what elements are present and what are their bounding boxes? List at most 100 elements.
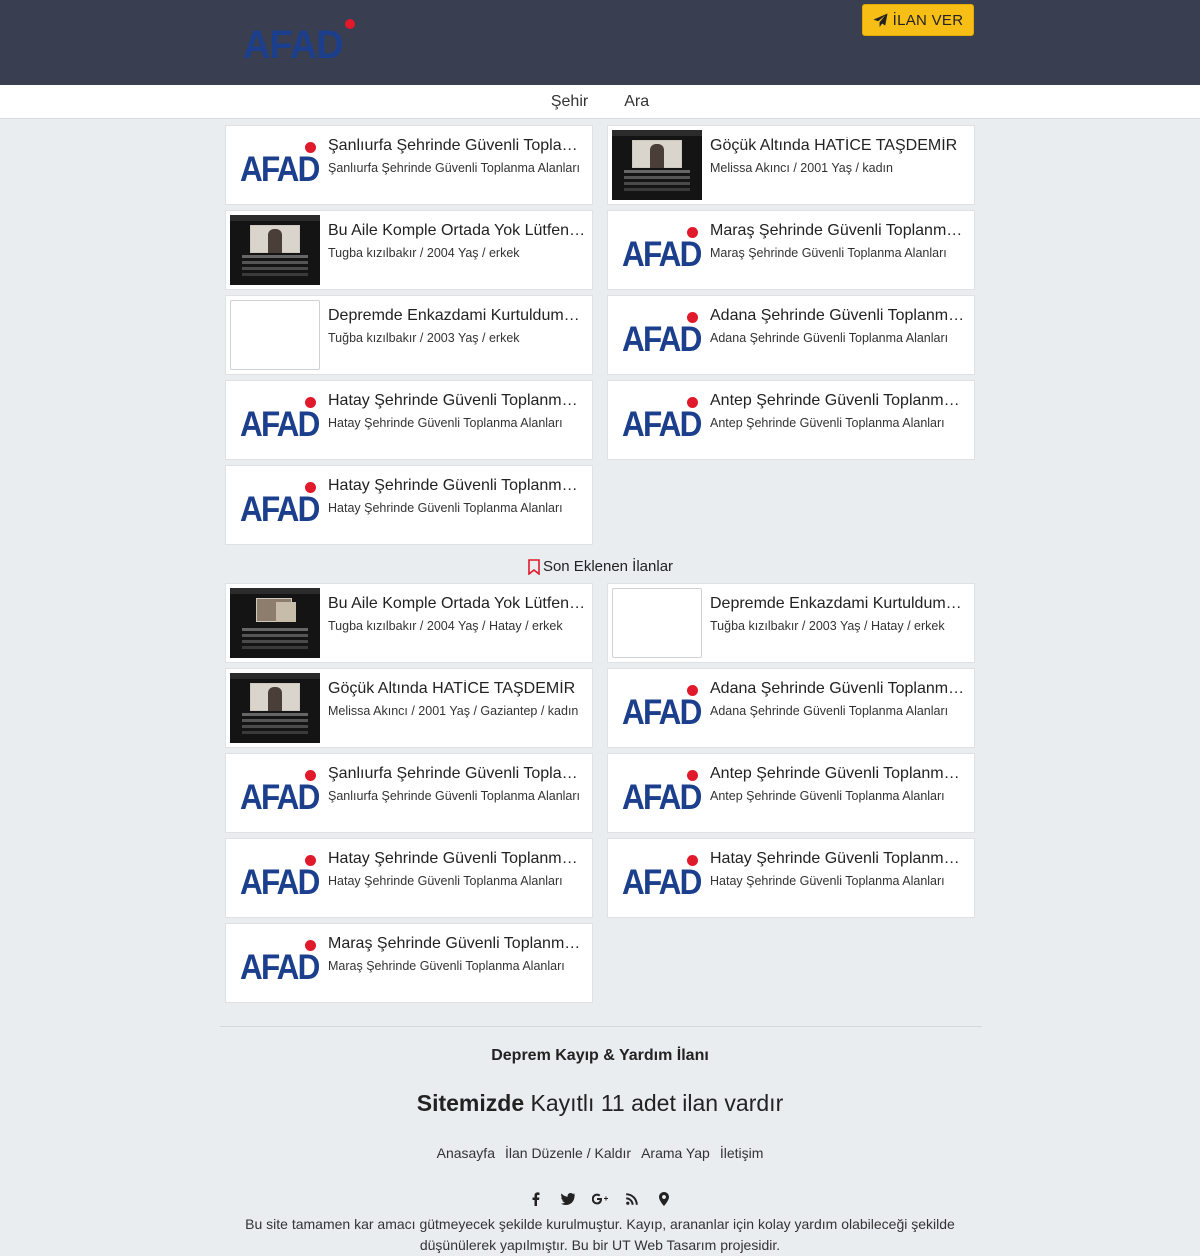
listing-title: Bu Aile Komple Ortada Yok Lütfennnn xyxy=(328,222,586,239)
afad-logo[interactable]: AFAD xyxy=(243,17,359,67)
nav-item-ara[interactable]: Ara xyxy=(624,93,649,111)
afad-logo-thumbnail: AFAD xyxy=(230,758,320,828)
logo-text: AFAD xyxy=(243,23,344,67)
photo-detail xyxy=(230,215,320,221)
thumbnail-logo-text: AFAD xyxy=(240,405,320,444)
listing-card[interactable]: Göçük Altında HATİCE TAŞDEMİR Melissa Akı… xyxy=(225,668,593,748)
listing-subtitle: Melissa Akıncı / 2001 Yaş / Gaziantep / … xyxy=(328,704,579,718)
footer-link-edit-remove[interactable]: İlan Düzenle / Kaldır xyxy=(505,1145,631,1161)
listing-subtitle: Hatay Şehrinde Güvenli Toplanma Alanları xyxy=(328,501,563,515)
listing-subtitle: Hatay Şehrinde Güvenli Toplanma Alanları xyxy=(328,874,563,888)
listing-title: Maraş Şehrinde Güvenli Toplanma Alanları xyxy=(710,222,968,239)
listing-subtitle: Şanlıurfa Şehrinde Güvenli Toplanma Alan… xyxy=(328,789,581,803)
listing-card[interactable]: AFAD Hatay Şehrinde Güvenli Toplanma Alan… xyxy=(225,380,593,460)
listing-title: Depremde Enkazdami Kurtuldumu Bilgi Lütf… xyxy=(328,307,586,324)
footer-link-contact[interactable]: İletişim xyxy=(720,1145,764,1161)
main-nav: Şehir Ara xyxy=(0,85,1200,119)
paper-plane-icon xyxy=(873,12,888,27)
listing-subtitle: Hatay Şehrinde Güvenli Toplanma Alanları xyxy=(710,874,945,888)
logo-crescent-icon xyxy=(305,142,316,153)
listing-card[interactable]: AFAD Maraş Şehrinde Güvenli Toplanma Alan… xyxy=(225,923,593,1003)
listing-title: Göçük Altında HATİCE TAŞDEMİR xyxy=(710,137,958,154)
google-plus-icon[interactable] xyxy=(592,1190,608,1208)
listing-card[interactable]: AFAD Maraş Şehrinde Güvenli Toplanma Alan… xyxy=(607,210,975,290)
listing-title: Hatay Şehrinde Güvenli Toplanma Alanları xyxy=(710,850,968,867)
listing-title: Hatay Şehrinde Güvenli Toplanma Alanları xyxy=(328,477,586,494)
thumbnail-logo-text: AFAD xyxy=(240,948,320,987)
top-header: AFAD İLAN VER xyxy=(0,0,1200,85)
listing-card[interactable]: AFAD Hatay Şehrinde Güvenli Toplanma Alan… xyxy=(607,838,975,918)
listing-count-bold: Sitemizde xyxy=(416,1090,525,1116)
listing-title: Depremde Enkazdami Kurtuldumu Bilgi Lütf… xyxy=(710,595,968,612)
afad-logo-thumbnail: AFAD xyxy=(612,215,702,285)
twitter-icon[interactable] xyxy=(560,1190,576,1208)
listing-subtitle: Maraş Şehrinde Güvenli Toplanma Alanları xyxy=(328,959,565,973)
footer-divider xyxy=(220,1026,982,1027)
listing-card[interactable]: Depremde Enkazdami Kurtuldumu Bilgi Lütf… xyxy=(607,583,975,663)
footer-link-search[interactable]: Arama Yap xyxy=(641,1145,710,1161)
logo-crescent-icon xyxy=(687,770,698,781)
afad-logo-thumbnail: AFAD xyxy=(612,673,702,743)
map-marker-icon[interactable] xyxy=(656,1190,672,1208)
listing-card[interactable]: AFAD Hatay Şehrinde Güvenli Toplanma Alan… xyxy=(225,838,593,918)
listing-card[interactable]: AFAD Şanlıurfa Şehrinde Güvenli Toplanma … xyxy=(225,125,593,205)
rss-icon[interactable] xyxy=(624,1190,640,1208)
listing-card[interactable]: AFAD Antep Şehrinde Güvenli Toplanma Alan… xyxy=(607,380,975,460)
post-ad-label: İLAN VER xyxy=(892,11,964,29)
listing-card[interactable]: AFAD Adana Şehrinde Güvenli Toplanma Alan… xyxy=(607,295,975,375)
listing-card[interactable]: Bu Aile Komple Ortada Yok Lütfennnn Tugba… xyxy=(225,583,593,663)
listing-subtitle: Antep Şehrinde Güvenli Toplanma Alanları xyxy=(710,416,945,430)
logo-crescent-icon xyxy=(305,940,316,951)
listing-card[interactable]: Bu Aile Komple Ortada Yok Lütfennnn Tugba… xyxy=(225,210,593,290)
facebook-icon[interactable] xyxy=(528,1190,544,1208)
logo-crescent-icon xyxy=(687,685,698,696)
logo-crescent-icon xyxy=(343,17,357,31)
photo-detail xyxy=(268,229,282,253)
afad-logo-thumbnail: AFAD xyxy=(612,843,702,913)
thumbnail-logo-text: AFAD xyxy=(240,490,320,529)
listing-title: Antep Şehrinde Güvenli Toplanma Alanları xyxy=(710,392,968,409)
listing-subtitle: Maraş Şehrinde Güvenli Toplanma Alanları xyxy=(710,246,947,260)
recent-section-heading: Son Eklenen İlanlar xyxy=(0,558,1200,575)
bookmark-icon xyxy=(528,558,540,575)
listing-title: Hatay Şehrinde Güvenli Toplanma Alanları xyxy=(328,392,586,409)
listing-subtitle: Tuğba kızılbakır / 2003 Yaş / Hatay / er… xyxy=(710,619,945,633)
listing-card[interactable]: AFAD Şanlıurfa Şehrinde Güvenli Toplanma … xyxy=(225,753,593,833)
photo-detail xyxy=(650,144,664,168)
post-ad-button[interactable]: İLAN VER xyxy=(862,4,974,36)
afad-logo-thumbnail: AFAD xyxy=(612,300,702,370)
listing-subtitle: Melissa Akıncı / 2001 Yaş / kadın xyxy=(710,161,893,175)
listing-card[interactable]: AFAD Adana Şehrinde Güvenli Toplanma Alan… xyxy=(607,668,975,748)
listing-card[interactable]: AFAD Antep Şehrinde Güvenli Toplanma Alan… xyxy=(607,753,975,833)
afad-logo-thumbnail: AFAD xyxy=(230,385,320,455)
photo-detail xyxy=(242,255,308,258)
listing-card[interactable]: AFAD Hatay Şehrinde Güvenli Toplanma Alan… xyxy=(225,465,593,545)
listing-title: Göçük Altında HATİCE TAŞDEMİR xyxy=(328,680,576,697)
recent-section-title: Son Eklenen İlanlar xyxy=(542,558,674,575)
afad-logo-thumbnail: AFAD xyxy=(612,385,702,455)
empty-thumbnail xyxy=(612,588,702,658)
listing-card[interactable]: Göçük Altında HATİCE TAŞDEMİR Melissa Akı… xyxy=(607,125,975,205)
afad-logo-thumbnail: AFAD xyxy=(230,130,320,200)
listing-title: Antep Şehrinde Güvenli Toplanma Alanları xyxy=(710,765,968,782)
nav-item-sehir[interactable]: Şehir xyxy=(551,93,588,111)
listing-card[interactable]: Depremde Enkazdami Kurtuldumu Bilgi Lütf… xyxy=(225,295,593,375)
thumbnail-logo-text: AFAD xyxy=(622,320,702,359)
thumbnail-logo-text: AFAD xyxy=(622,235,702,274)
listing-subtitle: Hatay Şehrinde Güvenli Toplanma Alanları xyxy=(328,416,563,430)
thumbnail-logo-text: AFAD xyxy=(622,405,702,444)
logo-crescent-icon xyxy=(305,397,316,408)
thumbnail-logo-text: AFAD xyxy=(240,778,320,817)
thumbnail-logo-text: AFAD xyxy=(622,778,702,817)
listing-subtitle: Tugba kızılbakır / 2004 Yaş / Hatay / er… xyxy=(328,619,563,633)
photo-detail xyxy=(230,673,320,679)
thumbnail-logo-text: AFAD xyxy=(240,150,320,189)
logo-crescent-icon xyxy=(305,855,316,866)
listing-title: Adana Şehrinde Güvenli Toplanma Alanları xyxy=(710,307,968,324)
photo-detail xyxy=(268,687,282,711)
afad-logo-thumbnail: AFAD xyxy=(230,843,320,913)
photo-detail xyxy=(624,170,690,173)
listing-subtitle: Antep Şehrinde Güvenli Toplanma Alanları xyxy=(710,789,945,803)
listing-title: Şanlıurfa Şehrinde Güvenli Toplanma Alan… xyxy=(328,137,586,154)
footer-link-home[interactable]: Anasayfa xyxy=(437,1145,495,1161)
